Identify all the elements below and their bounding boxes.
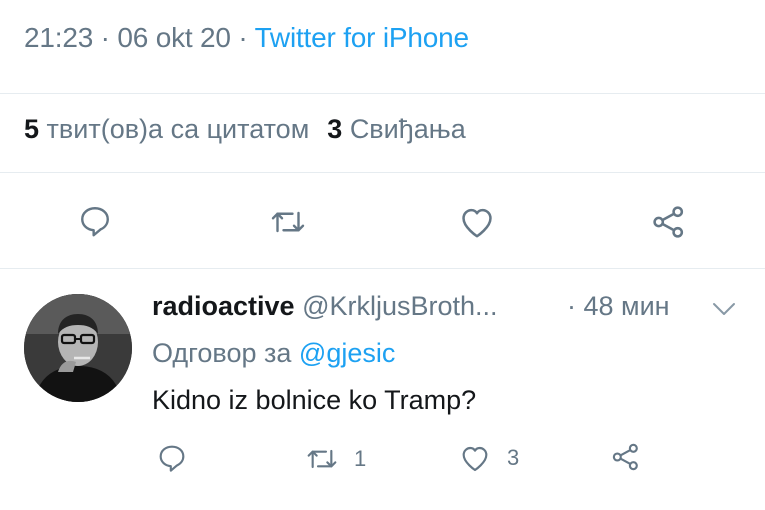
like-count: 3 (507, 445, 520, 470)
heart-icon (462, 446, 488, 472)
likes-count: 3 (327, 114, 343, 144)
reply-header: radioactive @KrkljusBroth... (152, 291, 498, 322)
tweet-date: 06 okt 20 (117, 22, 231, 53)
retweet-button[interactable] (270, 205, 306, 239)
reply-display-name[interactable]: radioactive (152, 291, 295, 321)
reply-icon (159, 445, 185, 472)
heart-icon (462, 208, 492, 238)
tweet-metadata: 21:23 · 06 okt 20 · Twitter for iPhone (24, 22, 469, 54)
share-button[interactable] (610, 441, 642, 473)
replying-to-mention[interactable]: @gjesic (299, 338, 395, 368)
replying-to-prefix: Одговор за (152, 338, 299, 368)
divider (0, 93, 765, 94)
reply-timestamp[interactable]: · 48 мин (567, 291, 670, 322)
share-icon (653, 206, 684, 238)
like-button[interactable]: 3 (459, 443, 519, 473)
tweet-source-link[interactable]: Twitter for iPhone (255, 22, 469, 53)
quote-tweets-stat[interactable]: 5 твит(ов)а са цитатом (24, 114, 309, 144)
share-icon (612, 443, 638, 471)
retweet-button[interactable]: 1 (306, 444, 366, 474)
reply-button[interactable] (77, 203, 113, 239)
likes-label: Свиђања (349, 114, 466, 144)
reply-text: Kidno iz bolnice ko Tramp? (152, 385, 477, 415)
replying-to: Одговор за @gjesic (152, 338, 395, 369)
reply-button[interactable] (156, 442, 188, 474)
like-button[interactable] (458, 204, 496, 240)
quote-tweets-label: твит(ов)а са цитатом (46, 114, 310, 144)
retweet-icon (307, 449, 337, 469)
chevron-down-icon (713, 303, 735, 315)
reply-handle[interactable]: @KrkljusBroth... (302, 291, 497, 321)
reply-icon (81, 207, 109, 237)
likes-stat[interactable]: 3 Свиђања (327, 114, 465, 144)
meta-separator: · (230, 22, 255, 53)
divider (0, 172, 765, 173)
tweet-time: 21:23 (24, 22, 94, 53)
tweet-stats: 5 твит(ов)а са цитатом 3 Свиђања (24, 114, 466, 145)
share-button[interactable] (650, 203, 688, 241)
retweet-count: 1 (354, 446, 367, 471)
avatar[interactable] (24, 294, 132, 402)
avatar-photo (24, 294, 132, 402)
more-options-button[interactable] (711, 300, 737, 323)
meta-separator: · (93, 22, 118, 53)
retweet-icon (271, 211, 305, 233)
divider (0, 268, 765, 269)
quote-tweets-count: 5 (24, 114, 40, 144)
